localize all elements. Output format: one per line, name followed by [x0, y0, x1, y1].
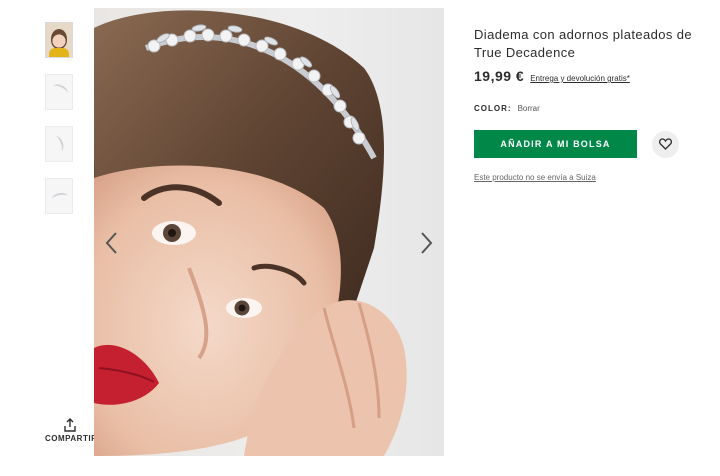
thumbnail-2[interactable]	[45, 74, 73, 110]
thumbnail-headband-image	[50, 82, 70, 98]
thumbnail-1[interactable]	[45, 22, 73, 58]
product-info-panel: Diadema con adornos plateados de True De…	[474, 0, 704, 182]
color-row: COLOR: Borrar	[474, 104, 704, 113]
thumbnail-headband-image	[50, 134, 66, 154]
chevron-right-icon[interactable]	[416, 228, 436, 258]
product-main-image	[94, 8, 444, 456]
color-label: COLOR:	[474, 104, 512, 113]
model-photo	[94, 10, 407, 456]
wishlist-button[interactable]	[652, 130, 679, 158]
thumbnail-4[interactable]	[45, 178, 73, 214]
thumbnail-3[interactable]	[45, 126, 73, 162]
thumbnail-strip	[45, 22, 73, 230]
cta-row: AÑADIR A MI BOLSA	[474, 130, 704, 158]
thumbnail-headband-image	[51, 191, 69, 205]
chevron-left-icon[interactable]	[102, 228, 122, 258]
price-row: 19,99 € Entrega y devolución gratis*	[474, 68, 704, 84]
share-icon	[64, 418, 76, 432]
free-shipping-link[interactable]: Entrega y devolución gratis*	[530, 74, 630, 83]
product-title: Diadema con adornos plateados de True De…	[474, 27, 693, 60]
heart-icon	[659, 138, 672, 150]
product-price: 19,99 €	[474, 68, 525, 84]
thumbnail-model-image	[51, 29, 67, 49]
color-value: Borrar	[517, 104, 540, 113]
shipping-restriction-link[interactable]: Este producto no se envía a Suiza	[474, 173, 704, 182]
thumbnail-shirt-image	[49, 48, 69, 57]
add-to-bag-button[interactable]: AÑADIR A MI BOLSA	[474, 130, 637, 158]
